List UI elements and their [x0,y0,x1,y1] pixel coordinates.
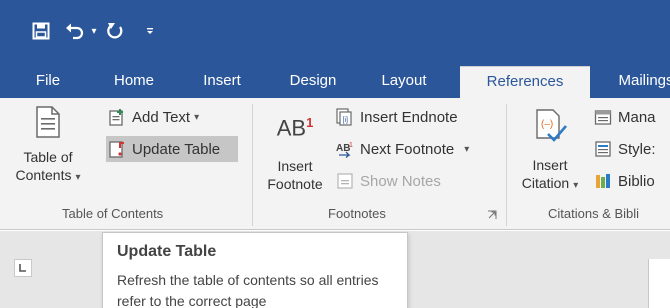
table-of-contents-label-2: Contents ▾ [15,167,81,183]
svg-text:(–): (–) [541,119,553,130]
insert-footnote-label-1: Insert [277,158,313,175]
insert-citation-label-2: Citation ▾ [521,175,579,191]
insert-endnote-label: Insert Endnote [360,108,458,126]
chevron-down-icon: ▾ [75,172,81,183]
undo-button[interactable] [62,18,88,44]
update-table-icon [106,138,128,160]
update-table-tooltip: Update Table Refresh the table of conten… [102,232,408,308]
insert-footnote-label-2: Footnote [267,176,323,193]
show-notes-label: Show Notes [360,172,441,190]
horizontal-ruler [648,259,670,308]
add-text-label: Add Text [132,108,191,126]
title-bar: ▾ File Home Insert Design Layout Referen… [0,0,670,98]
next-footnote-icon: AB 1 [334,138,356,160]
save-icon [32,22,50,40]
tooltip-body: Refresh the table of contents so all ent… [117,272,379,308]
tab-references[interactable]: References [460,66,590,98]
tab-selector[interactable] [14,259,32,277]
ribbon: Table of Contents ▾ Add Text ▾ Update Tab… [0,98,670,230]
tab-file[interactable]: File [22,66,74,98]
group-divider [506,104,507,226]
tab-stop-icon [19,264,26,272]
tab-design[interactable]: Design [281,66,345,98]
group-label-footnotes: Footnotes [328,206,386,221]
customize-qat-icon [147,28,153,34]
insert-citation-icon: (–) [536,109,567,142]
style-icon [592,138,614,160]
footnotes-dialog-launcher[interactable] [486,208,498,220]
table-of-contents-button[interactable]: Table of Contents ▾ [8,102,88,202]
tab-mailings[interactable]: Mailings [606,66,670,98]
tab-layout[interactable]: Layout [372,66,436,98]
save-button[interactable] [28,18,54,44]
show-notes-button[interactable]: Show Notes [334,168,441,194]
svg-text:1: 1 [349,142,353,149]
insert-citation-button[interactable]: (–) Insert Citation ▾ [512,102,588,202]
group-divider [252,104,253,226]
table-of-contents-icon [36,106,60,138]
tab-home[interactable]: Home [104,66,164,98]
update-table-label: Update Table [132,140,221,158]
bibliography-button[interactable]: Biblio [592,168,655,194]
redo-button[interactable] [102,18,128,44]
chevron-down-icon: ▾ [464,143,470,155]
next-footnote-label: Next Footnote [360,140,455,158]
next-footnote-button[interactable]: AB 1 Next Footnote ▾ [334,136,469,162]
manage-sources-icon [592,106,614,128]
manage-sources-button[interactable]: Mana [592,104,656,130]
redo-icon [107,23,123,39]
manage-sources-label: Mana [618,108,656,126]
update-table-button[interactable]: Update Table [106,136,238,162]
insert-endnote-button[interactable]: [i] Insert Endnote [334,104,458,130]
quick-access-toolbar: ▾ [0,0,670,58]
add-text-button[interactable]: Add Text ▾ [106,104,199,130]
group-label-table-of-contents: Table of Contents [62,206,164,221]
undo-icon [66,23,84,40]
bibliography-label: Biblio [618,172,655,190]
group-label-citations: Citations & Bibli [548,206,640,221]
style-select[interactable]: Style: [592,136,656,162]
svg-text:[i]: [i] [343,117,349,124]
chevron-down-icon: ▾ [573,180,579,191]
bibliography-icon [592,170,614,192]
insert-citation-label-1: Insert [532,157,568,173]
customize-qat-button[interactable] [142,18,158,44]
chevron-down-icon: ▾ [194,111,200,123]
insert-footnote-button[interactable]: AB1 Insert Footnote [258,102,332,202]
add-text-icon [106,106,128,128]
insert-footnote-icon: AB1 [276,115,314,141]
show-notes-icon [334,170,356,192]
table-of-contents-label-1: Table of [23,149,73,165]
style-label: Style: [618,140,656,158]
undo-dropdown[interactable]: ▾ [88,18,100,44]
dialog-launcher-icon [488,210,497,219]
tooltip-title: Update Table [117,243,217,260]
tab-insert[interactable]: Insert [193,66,251,98]
insert-endnote-icon: [i] [334,106,356,128]
